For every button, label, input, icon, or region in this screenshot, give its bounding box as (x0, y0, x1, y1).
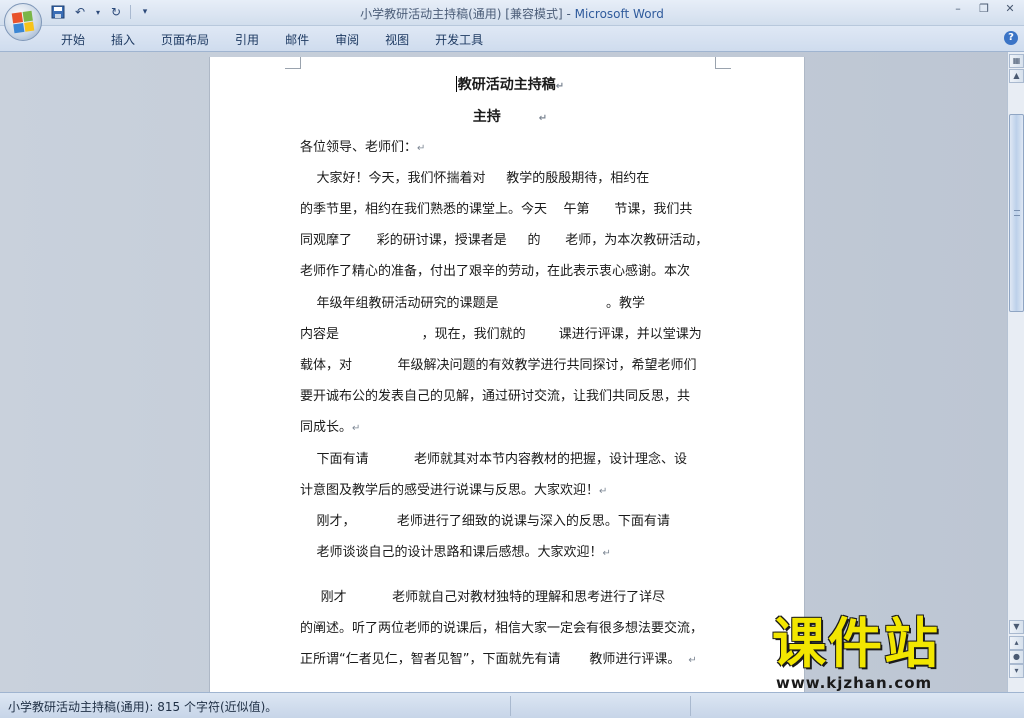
app-name: Microsoft Word (574, 7, 664, 21)
status-separator (510, 696, 511, 716)
title-bar: ↶ ▾ ↻ ▾ 小学教研活动主持稿(通用) [兼容模式] - Microsoft… (0, 0, 1024, 26)
doc-subtitle: 主持 ↵ (472, 109, 548, 125)
status-bar: 小学教研活动主持稿(通用): 815 个字符(近似值)。 (0, 692, 1024, 718)
scroll-grip-icon (1014, 210, 1020, 216)
vertical-scrollbar[interactable]: ▦ ▲ ▼ ▴ ● ▾ (1007, 52, 1024, 692)
office-logo-icon (11, 10, 35, 34)
doc-line: 内容是 ，现在，我们就的 课进行评课，并以堂课为 (300, 327, 702, 342)
close-button[interactable]: ✕ (1002, 2, 1018, 15)
ribbon-tabs-bar: 开始 插入 页面布局 引用 邮件 审阅 视图 开发工具 ? (0, 26, 1024, 52)
scroll-up-button[interactable]: ▲ (1009, 69, 1024, 83)
document-area: 教研活动主持稿↵ 主持 ↵ 各位领导、老师们：↵ 大家好！今天，我们怀揣着对 教学… (0, 52, 1007, 697)
crop-mark-left (285, 57, 301, 69)
tab-page-layout[interactable]: 页面布局 (148, 31, 222, 48)
tab-insert[interactable]: 插入 (98, 31, 148, 48)
doc-line: 各位领导、老师们：↵ (300, 140, 426, 155)
text-cursor (455, 76, 457, 92)
status-separator (690, 696, 691, 716)
doc-line: 老师谈谈自己的设计思路和课后感想。大家欢迎！↵ (300, 545, 611, 560)
doc-line: 老师作了精心的准备，付出了艰辛的劳动，在此表示衷心感谢。本次 (300, 264, 691, 279)
window-title: 小学教研活动主持稿(通用) [兼容模式] - Microsoft Word (0, 5, 1024, 22)
crop-mark-right (715, 57, 731, 69)
watermark-url: www.kjzhan.com (776, 674, 933, 692)
help-icon[interactable]: ? (1004, 31, 1018, 45)
ruler-toggle-icon[interactable]: ▦ (1009, 54, 1024, 68)
tab-home[interactable]: 开始 (48, 31, 98, 48)
restore-button[interactable]: ❐ (976, 2, 992, 15)
doc-line: 的季节里，相约在我们熟悉的课堂上。今天 午第 节课，我们共 (300, 202, 693, 217)
doc-line: 计意图及教学后的感受进行说课与反思。大家欢迎！↵ (300, 483, 608, 498)
scroll-down-button[interactable]: ▼ (1009, 620, 1024, 634)
doc-line: 同观摩了 彩的研讨课，授课者是 的 老师，为本次教研活动， (300, 233, 709, 248)
document-page[interactable]: 教研活动主持稿↵ 主持 ↵ 各位领导、老师们：↵ 大家好！今天，我们怀揣着对 教学… (209, 57, 805, 697)
kjzhan-watermark-logo: 课件站 www.kjzhan.com (772, 612, 1004, 693)
doc-title: 教研活动主持稿↵ (455, 76, 565, 93)
office-button[interactable] (4, 3, 42, 41)
doc-line: 年级年组教研活动研究的课题是 。教学 (300, 296, 645, 311)
document-title: 小学教研活动主持稿(通用) [兼容模式] - (360, 7, 575, 21)
doc-line: 正所谓“仁者见仁，智者见智”，下面就先有请 教师进行评课。 ↵ (300, 652, 697, 667)
doc-line: 同成长。↵ (300, 420, 361, 435)
tab-developer[interactable]: 开发工具 (422, 31, 496, 48)
tab-mailings[interactable]: 邮件 (272, 31, 322, 48)
tab-review[interactable]: 审阅 (322, 31, 372, 48)
doc-line: 大家好！今天，我们怀揣着对 教学的殷殷期待，相约在 (300, 171, 650, 186)
doc-line: 刚才， 老师进行了细致的说课与深入的反思。下面有请 (300, 514, 670, 529)
previous-page-button[interactable]: ▴ (1009, 636, 1024, 650)
doc-line: 的阐述。听了两位老师的说课后，相信大家一定会有很多想法要交流， (300, 621, 704, 636)
window-controls: – ❐ ✕ (950, 2, 1018, 15)
doc-line: 载体，对 年级解决问题的有效教学进行共同探讨，希望老师们 (300, 358, 697, 373)
ribbon-tabs: 开始 插入 页面布局 引用 邮件 审阅 视图 开发工具 (48, 31, 496, 48)
doc-line: 要开诚布公的发表自己的见解，通过研讨交流，让我们共同反思，共 (300, 389, 691, 404)
select-browse-object-button[interactable]: ● (1009, 650, 1024, 664)
minimize-button[interactable]: – (950, 2, 966, 15)
tab-references[interactable]: 引用 (222, 31, 272, 48)
doc-line: 刚才 老师就自己对教材独特的理解和思考进行了详尽 (300, 590, 666, 605)
scroll-thumb[interactable] (1009, 114, 1024, 312)
doc-line: 下面有请 老师就其对本节内容教材的把握，设计理念、设 (300, 452, 687, 467)
status-text: 小学教研活动主持稿(通用): 815 个字符(近似值)。 (8, 700, 278, 714)
next-page-button[interactable]: ▾ (1009, 664, 1024, 678)
tab-view[interactable]: 视图 (372, 31, 422, 48)
watermark-title: 课件站 (772, 612, 940, 675)
